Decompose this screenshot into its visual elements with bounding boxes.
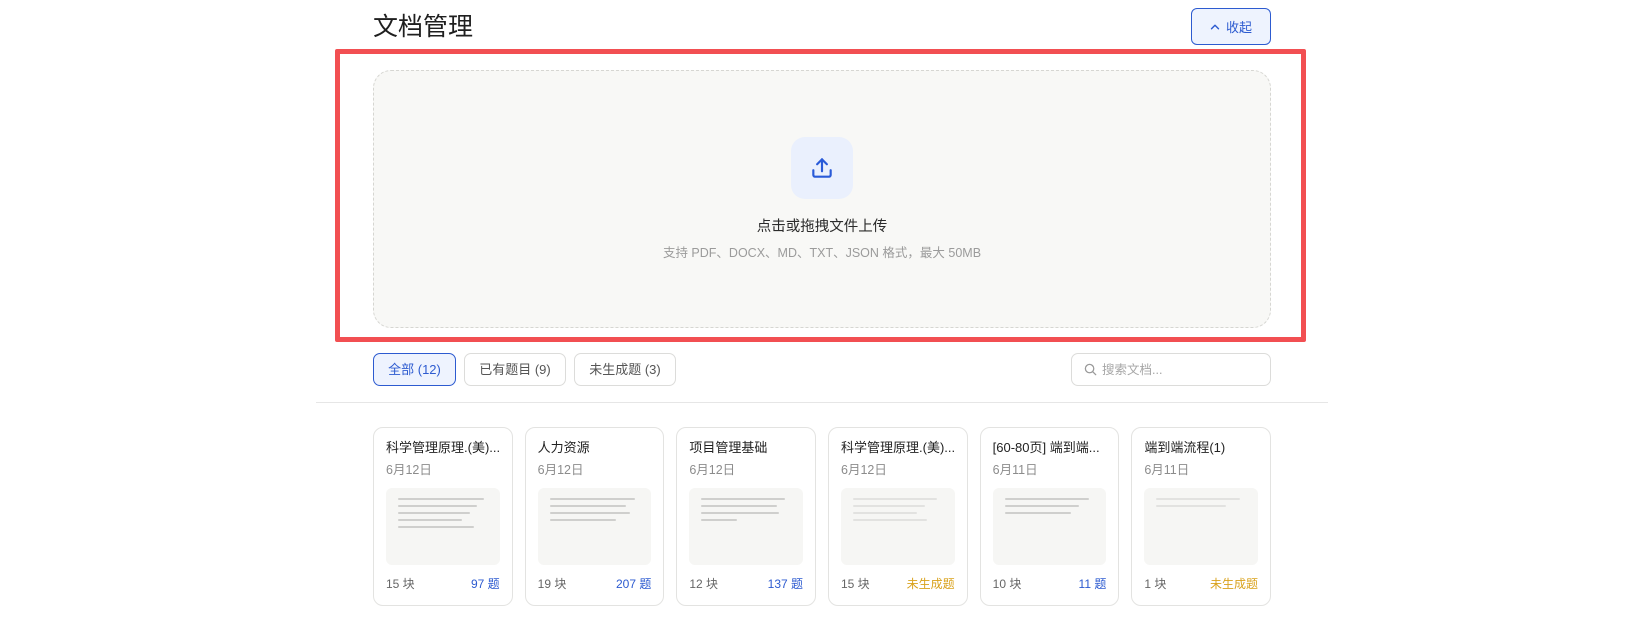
- question-count: 11 题: [1078, 577, 1107, 591]
- preview-line: [1004, 512, 1071, 514]
- document-card[interactable]: 端到端流程(1) 6月11日 1 块 未生成题: [1131, 427, 1271, 606]
- document-preview: [386, 488, 500, 565]
- chunk-count: 15 块: [386, 577, 415, 591]
- collapse-button[interactable]: 收起: [1191, 8, 1271, 45]
- preview-line: [853, 505, 925, 507]
- preview-line: [549, 498, 635, 500]
- document-title: 科学管理原理.(美)...: [386, 440, 501, 455]
- preview-line: [549, 512, 630, 514]
- tab-has-questions[interactable]: 已有题目 (9): [464, 353, 566, 386]
- question-count: 未生成题: [1209, 577, 1258, 591]
- preview-line: [398, 526, 474, 528]
- preview-line: [701, 519, 738, 521]
- document-card[interactable]: [60-80页] 端到端... 6月11日 10 块 11 题: [979, 427, 1120, 606]
- upload-icon: [791, 137, 853, 199]
- document-date: 6月11日: [992, 463, 1038, 477]
- divider: [316, 402, 1328, 403]
- search-input[interactable]: [1102, 354, 1262, 385]
- question-count: 137 题: [767, 577, 803, 591]
- document-date: 6月11日: [1144, 463, 1190, 477]
- search-icon: [1084, 363, 1097, 376]
- document-preview: [537, 488, 652, 565]
- document-title: 端到端流程(1): [1144, 440, 1226, 455]
- page-title: 文档管理: [373, 13, 474, 41]
- document-date: 6月12日: [841, 463, 887, 477]
- preview-line: [1004, 498, 1089, 500]
- preview-line: [1156, 498, 1241, 500]
- preview-line: [853, 512, 917, 514]
- document-title: [60-80页] 端到端...: [992, 440, 1100, 455]
- question-count: 未生成题: [906, 577, 955, 591]
- preview-line: [853, 519, 927, 521]
- document-title: 项目管理基础: [689, 440, 768, 455]
- collapse-button-label: 收起: [1225, 20, 1252, 35]
- tab-all[interactable]: 全部 (12): [373, 353, 456, 386]
- chunk-count: 10 块: [992, 577, 1022, 591]
- chunk-count: 12 块: [689, 577, 719, 591]
- upload-title: 点击或拖拽文件上传: [756, 219, 888, 235]
- document-card[interactable]: 科学管理原理.(美)... 6月12日 15 块 97 题: [373, 427, 513, 606]
- document-grid: 科学管理原理.(美)... 6月12日 15 块 97 题 人力资源 6月12日…: [373, 427, 1271, 606]
- document-preview: [841, 488, 955, 565]
- document-date: 6月12日: [386, 463, 432, 477]
- preview-line: [1156, 505, 1227, 507]
- document-date: 6月12日: [689, 463, 736, 477]
- document-preview: [1144, 488, 1258, 565]
- question-count: 97 题: [470, 577, 500, 591]
- preview-line: [398, 519, 462, 521]
- preview-line: [1004, 505, 1079, 507]
- preview-line: [398, 505, 477, 507]
- preview-line: [701, 505, 778, 507]
- tab-no-questions[interactable]: 未生成题 (3): [574, 353, 676, 386]
- preview-line: [701, 512, 780, 514]
- preview-line: [398, 512, 470, 514]
- upload-dropzone[interactable]: 点击或拖拽文件上传 支持 PDF、DOCX、MD、TXT、JSON 格式，最大 …: [373, 70, 1271, 328]
- upload-hint: 支持 PDF、DOCX、MD、TXT、JSON 格式，最大 50MB: [662, 246, 982, 260]
- preview-line: [549, 519, 616, 521]
- document-title: 科学管理原理.(美)...: [841, 440, 956, 455]
- chunk-count: 19 块: [537, 577, 567, 591]
- document-date: 6月12日: [537, 463, 584, 477]
- document-title: 人力资源: [537, 440, 590, 455]
- chunk-count: 1 块: [1144, 577, 1167, 591]
- preview-line: [853, 498, 937, 500]
- document-preview: [992, 488, 1107, 565]
- document-preview: [689, 488, 803, 565]
- document-card[interactable]: 项目管理基础 6月12日 12 块 137 题: [676, 427, 816, 606]
- chunk-count: 15 块: [841, 577, 870, 591]
- question-count: 207 题: [615, 577, 652, 591]
- chevron-up-icon: [1210, 22, 1220, 32]
- preview-line: [549, 505, 626, 507]
- search-box: [1071, 353, 1271, 386]
- document-card[interactable]: 科学管理原理.(美)... 6月12日 15 块 未生成题: [828, 427, 968, 606]
- document-card[interactable]: 人力资源 6月12日 19 块 207 题: [524, 427, 665, 606]
- preview-line: [701, 498, 786, 500]
- preview-line: [398, 498, 484, 500]
